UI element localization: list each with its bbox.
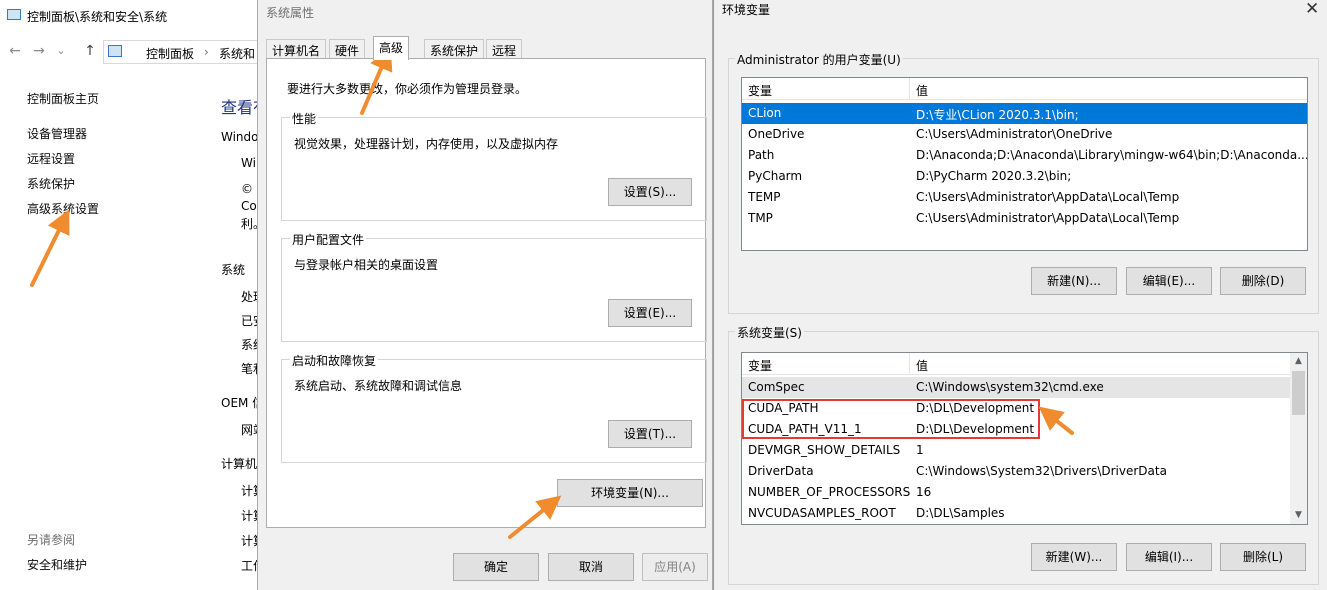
arrow-cuda-vars xyxy=(1038,406,1074,435)
arrow-env-button xyxy=(508,495,562,539)
arrow-advanced-tab xyxy=(360,45,393,115)
tab-advanced[interactable]: 高级 xyxy=(373,36,410,60)
annotation-arrows xyxy=(30,45,1074,539)
arrow-advanced-settings xyxy=(30,209,70,287)
